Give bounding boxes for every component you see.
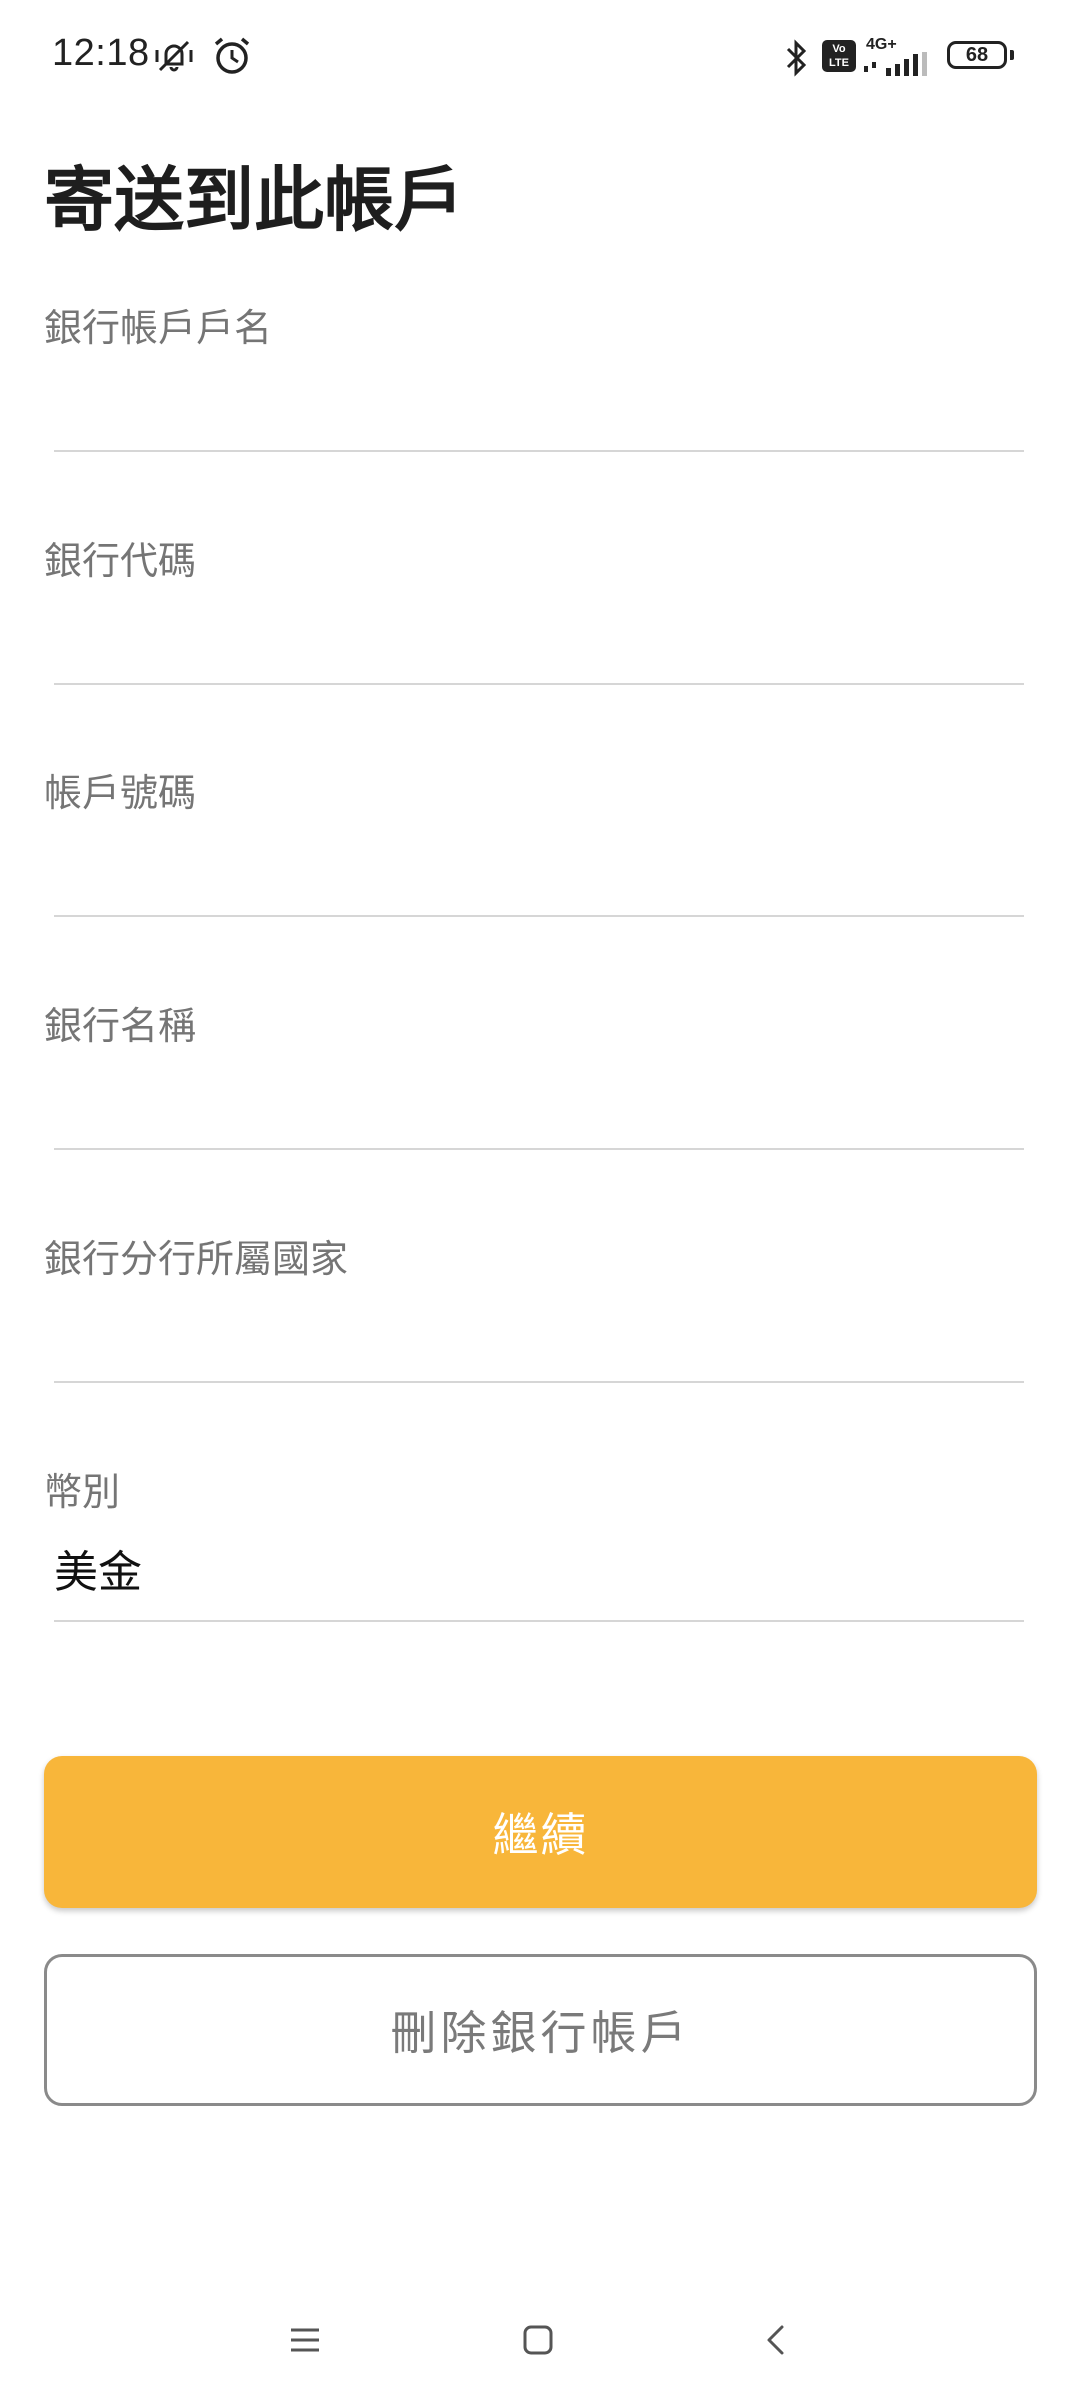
bank-code-input[interactable] (54, 607, 1020, 677)
account-name-input[interactable] (54, 374, 1020, 444)
battery-icon: 68 (947, 41, 1007, 69)
account-number-underline (54, 915, 1024, 917)
currency-underline (54, 1620, 1024, 1622)
home-icon[interactable] (508, 2310, 568, 2370)
menu-icon[interactable] (275, 2310, 335, 2370)
bank-code-label: 銀行代碼 (44, 539, 197, 583)
bank-name-field: 銀行名稱 (44, 996, 1028, 1156)
account-name-underline (54, 450, 1024, 452)
bank-name-label: 銀行名稱 (44, 1004, 197, 1048)
bank-code-field: 銀行代碼 (44, 531, 1028, 691)
bank-name-input[interactable] (54, 1072, 1020, 1142)
currency-input[interactable] (54, 1538, 1020, 1608)
branch-country-label: 銀行分行所屬國家 (44, 1237, 349, 1281)
account-number-label: 帳戶號碼 (44, 771, 197, 815)
page-title: 寄送到此帳戶 (44, 159, 464, 241)
branch-country-input[interactable] (54, 1305, 1020, 1375)
bank-code-underline (54, 683, 1024, 685)
status-bar: 12:18 Vo LTE 4G+ 68 (0, 0, 1080, 110)
alarm-icon (210, 34, 254, 82)
account-name-field: 銀行帳戶戶名 (44, 298, 1028, 458)
volte-icon: Vo LTE (822, 40, 856, 72)
bluetooth-icon (782, 38, 812, 82)
delete-bank-account-button[interactable]: 刪除銀行帳戶 (44, 1954, 1037, 2106)
signal-icon (862, 52, 934, 80)
account-name-label: 銀行帳戶戶名 (44, 306, 273, 350)
account-number-input[interactable] (54, 839, 1020, 909)
continue-button[interactable]: 繼續 (44, 1756, 1037, 1908)
battery-tip (1010, 50, 1014, 60)
account-number-field: 帳戶號碼 (44, 763, 1028, 923)
back-icon[interactable] (746, 2310, 806, 2370)
vibrate-off-icon (152, 34, 196, 82)
currency-label: 幣別 (44, 1470, 121, 1514)
currency-field: 幣別 (44, 1462, 1028, 1622)
status-time: 12:18 (52, 32, 150, 74)
branch-country-underline (54, 1381, 1024, 1383)
system-nav-bar (0, 2290, 1080, 2380)
bank-name-underline (54, 1148, 1024, 1150)
branch-country-field: 銀行分行所屬國家 (44, 1229, 1028, 1389)
